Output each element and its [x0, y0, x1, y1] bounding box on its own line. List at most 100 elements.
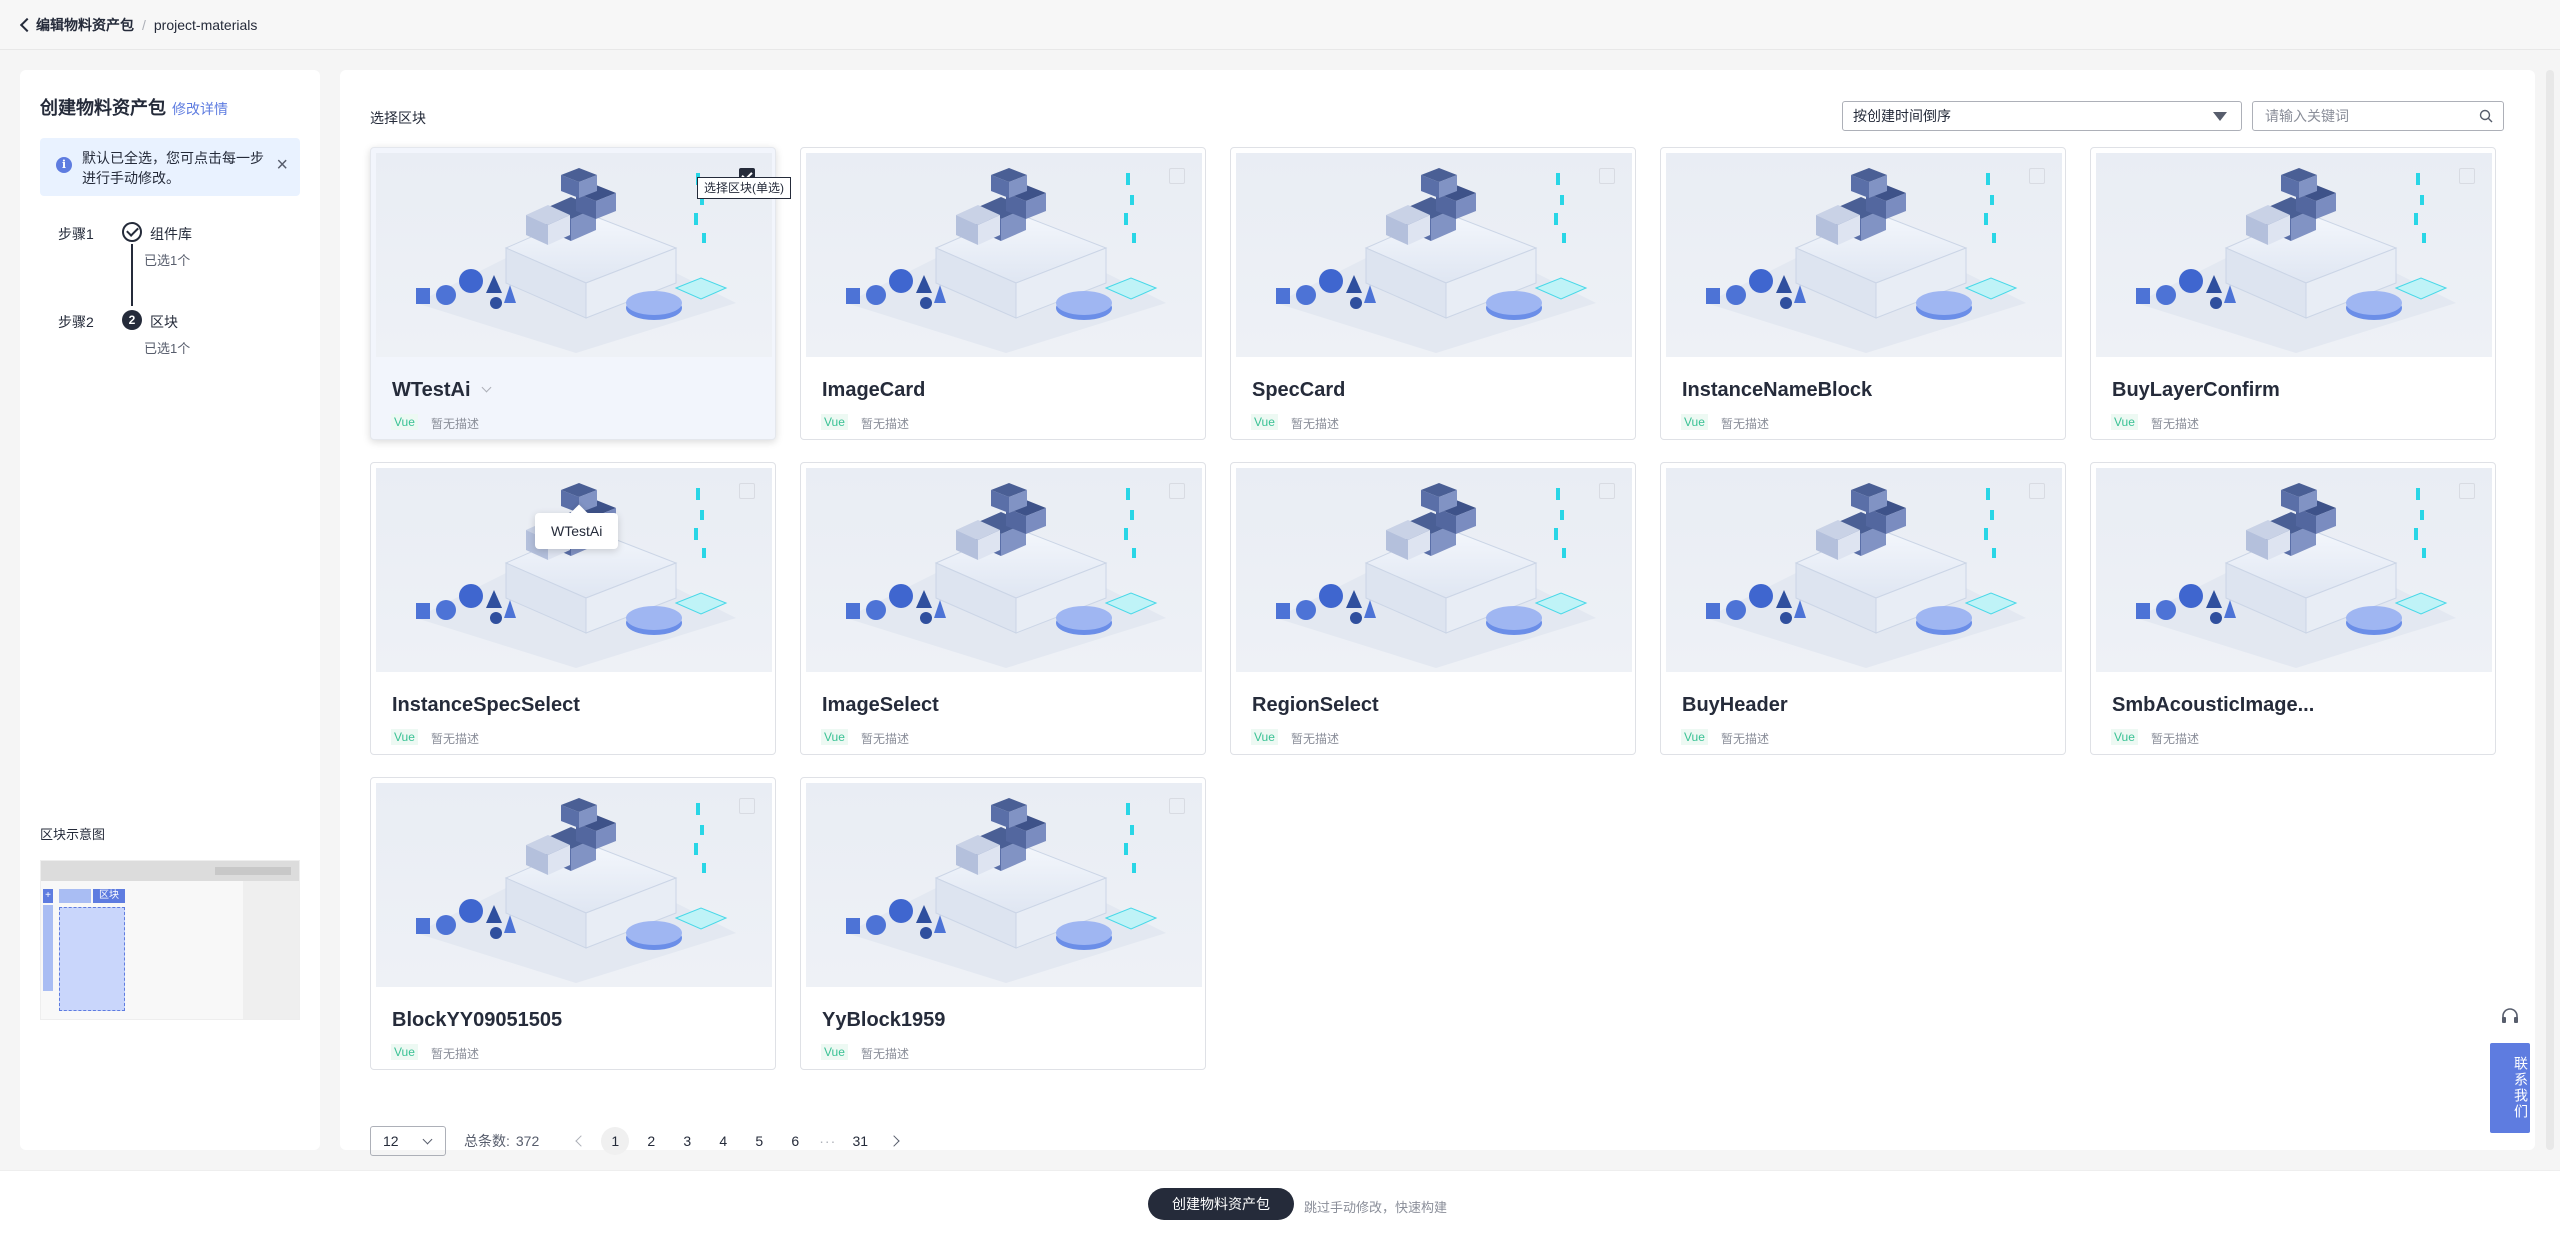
block-card[interactable]: BlockYY09051505 Vue 暂无描述: [370, 777, 776, 1070]
close-icon[interactable]: ×: [276, 155, 288, 175]
chevron-right-icon[interactable]: [888, 1135, 900, 1147]
chevron-left-icon[interactable]: [575, 1135, 587, 1147]
card-thumbnail: [806, 783, 1202, 987]
block-card[interactable]: BuyLayerConfirm Vue 暂无描述: [2090, 147, 2496, 440]
sort-value: 按创建时间倒序: [1853, 108, 1951, 124]
framework-tag: Vue: [1251, 729, 1278, 745]
card-thumbnail: [1666, 468, 2062, 672]
select-checkbox[interactable]: [1169, 483, 1185, 499]
back-arrow-icon[interactable]: [19, 17, 35, 33]
select-checkbox[interactable]: [1599, 168, 1615, 184]
select-checkbox[interactable]: [1169, 798, 1185, 814]
headset-icon[interactable]: [2496, 1006, 2524, 1034]
check-circle-icon: [122, 222, 142, 242]
total-count: 372: [515, 1133, 540, 1149]
preview-block-tab: 区块: [93, 889, 125, 903]
bottom-action-bar: 创建物料资产包 跳过手动修改，快速构建: [0, 1170, 2560, 1234]
card-title: ImageSelect: [822, 694, 939, 716]
step-name: 组件库: [150, 226, 192, 242]
card-title: YyBlock1959: [822, 1009, 946, 1031]
framework-tag: Vue: [1251, 414, 1278, 430]
card-description: 暂无描述: [431, 417, 480, 431]
card-description: 暂无描述: [2151, 417, 2200, 431]
framework-tag: Vue: [821, 729, 848, 745]
steps: 步骤1 组件库 已选1个 步骤2 2 区块 已选1个: [40, 214, 300, 364]
block-card-grid: WTestAi Vue 暂无描述 ImageCard Vue 暂无描述 Spec…: [370, 147, 2504, 1070]
card-description: 暂无描述: [1721, 417, 1770, 431]
card-title: InstanceNameBlock: [1682, 379, 1873, 401]
page-number[interactable]: 2: [637, 1127, 665, 1155]
block-illustration-image: [846, 168, 1166, 353]
search-box[interactable]: [2252, 101, 2504, 131]
edit-details-link[interactable]: 修改详情: [172, 99, 228, 119]
step-count: 已选1个: [144, 341, 191, 356]
select-checkbox[interactable]: [1169, 168, 1185, 184]
page-number[interactable]: 4: [709, 1127, 737, 1155]
total-label: 总条数:: [464, 1133, 510, 1149]
card-thumbnail: [376, 468, 772, 672]
block-illustration-image: [1706, 483, 2026, 668]
block-illustration-image: [1276, 483, 1596, 668]
search-icon[interactable]: [2479, 109, 2493, 123]
step-count: 已选1个: [144, 253, 191, 268]
card-description: 暂无描述: [1291, 417, 1340, 431]
select-checkbox[interactable]: [1599, 483, 1615, 499]
card-title: SmbAcousticImage...: [2112, 694, 2315, 716]
select-checkbox[interactable]: [739, 798, 755, 814]
sort-select[interactable]: 按创建时间倒序: [1842, 101, 2242, 131]
block-card[interactable]: ImageSelect Vue 暂无描述: [800, 462, 1206, 755]
block-illustration-image: [416, 483, 736, 668]
block-illustration-image: [846, 483, 1166, 668]
block-card[interactable]: InstanceNameBlock Vue 暂无描述: [1660, 147, 2066, 440]
create-package-button[interactable]: 创建物料资产包: [1148, 1188, 1294, 1220]
select-checkbox[interactable]: [2029, 168, 2045, 184]
card-description: 暂无描述: [861, 417, 910, 431]
select-checkbox[interactable]: [2029, 483, 2045, 499]
block-card[interactable]: BuyHeader Vue 暂无描述: [1660, 462, 2066, 755]
sidebar-header: 创建物料资产包 修改详情: [40, 94, 300, 120]
sidebar-title: 创建物料资产包: [40, 98, 166, 118]
block-illustration-image: [1706, 168, 2026, 353]
framework-tag: Vue: [1681, 729, 1708, 745]
select-checkbox[interactable]: [2459, 168, 2475, 184]
step-label: 步骤2: [58, 314, 94, 330]
block-card[interactable]: YyBlock1959 Vue 暂无描述: [800, 777, 1206, 1070]
page-last[interactable]: 31: [846, 1127, 874, 1155]
step-label: 步骤1: [58, 226, 94, 242]
block-illustration-image: [846, 798, 1166, 983]
page-number[interactable]: 3: [673, 1127, 701, 1155]
card-thumbnail: [2096, 153, 2492, 357]
caret-down-icon: [2213, 112, 2227, 121]
page-size-select[interactable]: 12: [370, 1126, 446, 1156]
info-icon: i: [56, 157, 72, 173]
page-number[interactable]: 6: [781, 1127, 809, 1155]
scrollbar[interactable]: [2546, 70, 2554, 1150]
chevron-down-icon[interactable]: [481, 382, 491, 393]
card-description: 暂无描述: [1721, 732, 1770, 746]
section-title: 选择区块: [370, 110, 426, 126]
alert-text: 默认已全选，您可点击每一步进行手动修改。: [82, 150, 264, 186]
card-title: RegionSelect: [1252, 694, 1379, 716]
select-checkbox[interactable]: [739, 483, 755, 499]
page-number[interactable]: 5: [745, 1127, 773, 1155]
card-description: 暂无描述: [2151, 732, 2200, 746]
contact-us-button[interactable]: 联系我们: [2490, 1043, 2530, 1133]
page-ellipsis[interactable]: ···: [819, 1133, 836, 1149]
step-number-badge: 2: [122, 310, 142, 330]
block-card[interactable]: SmbAcousticImage... Vue 暂无描述: [2090, 462, 2496, 755]
page-number[interactable]: 1: [601, 1127, 630, 1155]
card-thumbnail: [376, 783, 772, 987]
search-input[interactable]: [2253, 102, 2473, 130]
block-card[interactable]: ImageCard Vue 暂无描述: [800, 147, 1206, 440]
block-card[interactable]: RegionSelect Vue 暂无描述: [1230, 462, 1636, 755]
block-card[interactable]: InstanceSpecSelect Vue 暂无描述: [370, 462, 776, 755]
top-bar: 编辑物料资产包 / project-materials: [0, 0, 2560, 50]
preview-plus-icon: +: [43, 889, 53, 903]
select-checkbox[interactable]: [2459, 483, 2475, 499]
skip-hint: 跳过手动修改，快速构建: [1304, 1200, 1448, 1215]
card-title: BuyHeader: [1682, 694, 1788, 716]
breadcrumb-back[interactable]: 编辑物料资产包: [36, 15, 134, 35]
block-card[interactable]: SpecCard Vue 暂无描述: [1230, 147, 1636, 440]
framework-tag: Vue: [2111, 729, 2138, 745]
framework-tag: Vue: [391, 414, 418, 430]
